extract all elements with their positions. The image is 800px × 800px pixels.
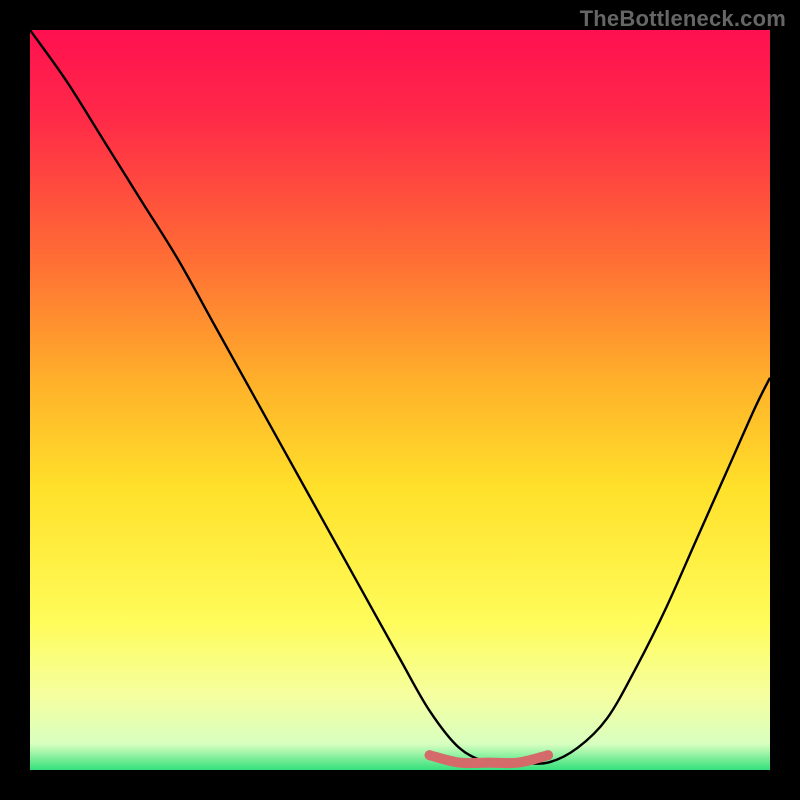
- watermark-text: TheBottleneck.com: [580, 6, 786, 32]
- bottleneck-plot: [30, 30, 770, 770]
- optimal-band-right-dot: [543, 750, 553, 760]
- optimal-band-left-dot: [425, 750, 435, 760]
- plot-svg: [30, 30, 770, 770]
- chart-frame: TheBottleneck.com: [0, 0, 800, 800]
